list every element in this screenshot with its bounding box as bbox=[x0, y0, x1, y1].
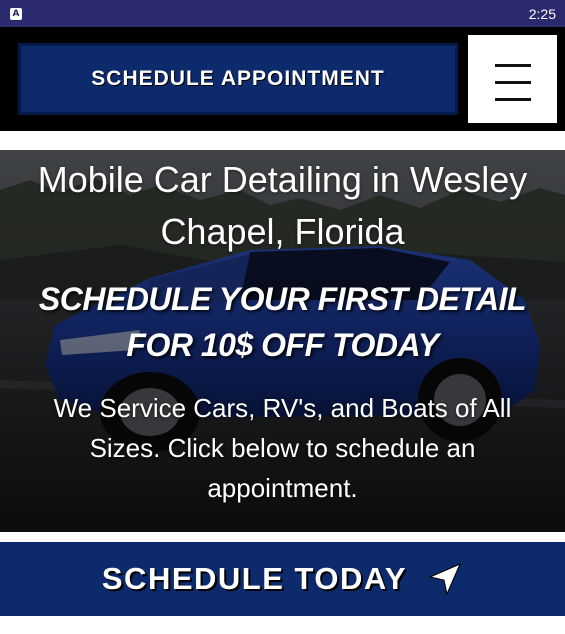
schedule-appointment-label: SCHEDULE APPOINTMENT bbox=[91, 67, 385, 90]
hero-section: Mobile Car Detailing in Wesley Chapel, F… bbox=[0, 150, 565, 532]
schedule-today-label: SCHEDULE TODAY bbox=[101, 561, 408, 596]
menu-button[interactable] bbox=[468, 35, 557, 123]
hero-description: We Service Cars, RV's, and Boats of All … bbox=[53, 393, 512, 503]
navigation-arrow-icon bbox=[428, 563, 462, 596]
hero-title: Mobile Car Detailing in Wesley Chapel, F… bbox=[37, 159, 528, 252]
hero-divider bbox=[0, 532, 565, 542]
schedule-today-button[interactable]: SCHEDULE TODAY bbox=[0, 542, 565, 616]
status-time: 2:25 bbox=[528, 6, 556, 22]
app-notification-icon: A bbox=[10, 8, 22, 20]
header-divider bbox=[0, 131, 565, 150]
page-bottom bbox=[0, 616, 565, 634]
hero-content: Mobile Car Detailing in Wesley Chapel, F… bbox=[0, 150, 565, 532]
hero-promo: SCHEDULE YOUR FIRST DETAIL FOR 10$ OFF T… bbox=[38, 281, 527, 363]
site-header: SCHEDULE APPOINTMENT bbox=[0, 27, 565, 131]
status-bar: A 2:25 bbox=[0, 0, 565, 27]
schedule-appointment-button[interactable]: SCHEDULE APPOINTMENT bbox=[18, 43, 458, 115]
